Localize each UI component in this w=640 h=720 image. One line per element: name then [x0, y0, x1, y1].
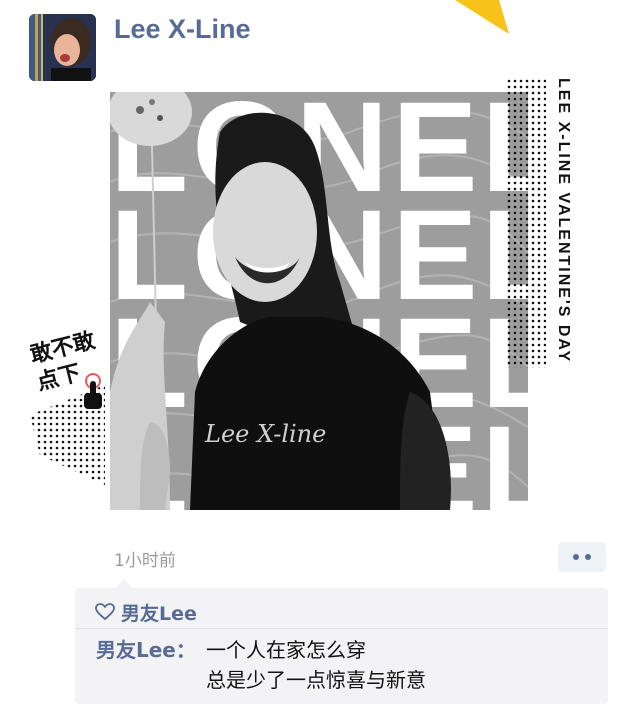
dot-pattern-decoration: [506, 78, 546, 368]
shirt-logo: Lee X-line: [204, 420, 326, 448]
comments-panel: 男友Lee 男友Lee： 一个人在家怎么穿 总是少了一点惊喜与新意: [75, 579, 608, 704]
yellow-triangle-decoration: [455, 0, 509, 34]
comment-text-line-1: 一个人在家怎么穿: [206, 638, 366, 662]
dare-sticker: 敢不敢点下: [28, 325, 110, 485]
heart-icon: [95, 603, 115, 621]
likes-row: 男友Lee: [95, 596, 197, 628]
divider: [75, 628, 608, 629]
like-user-link[interactable]: 男友Lee: [121, 599, 197, 626]
comment-author-link[interactable]: 男友Lee：: [96, 634, 196, 663]
post-timestamp: 1小时前: [114, 551, 176, 571]
avatar[interactable]: [29, 14, 96, 81]
username-link[interactable]: Lee X-Line: [114, 14, 251, 45]
comment-text-line-2: 总是少了一点惊喜与新意: [206, 668, 426, 692]
post-image[interactable]: LONELY LONELY LONELY LONELY Lee X-line: [110, 92, 528, 510]
dot-icon: [573, 554, 579, 560]
vertical-caption: LEE X-LINE VALENTINE'S DAY: [555, 78, 572, 364]
hand-tap-icon: [84, 373, 102, 409]
model-photo: Lee X-line: [110, 112, 451, 510]
dot-icon: [585, 554, 591, 560]
more-options-button[interactable]: [558, 542, 606, 572]
